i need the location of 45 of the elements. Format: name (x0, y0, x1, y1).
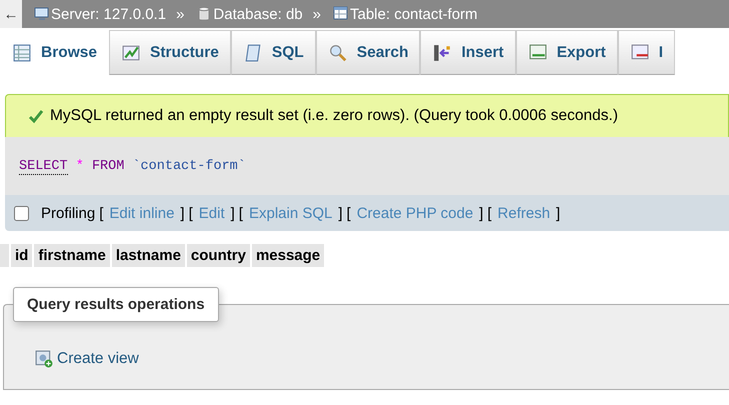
tab[interactable]: Search (316, 30, 420, 75)
header-spacer (0, 244, 9, 267)
tab[interactable]: I (618, 30, 676, 75)
insert-icon (433, 44, 452, 62)
column-header[interactable]: firstname (34, 244, 110, 267)
table-icon (13, 44, 31, 62)
sql-query: SELECT * FROM `contact-form` (19, 158, 246, 174)
bracket: ] (180, 204, 185, 222)
breadcrumb-link[interactable]: Table: contact-form (350, 6, 478, 22)
breadcrumb-separator: » (176, 6, 184, 22)
bracket: ] (338, 204, 343, 222)
bracket: ] (230, 204, 235, 222)
breadcrumb-link[interactable]: Server: 127.0.0.1 (51, 6, 166, 22)
profiling-checkbox[interactable] (14, 206, 29, 220)
column-header[interactable]: message (252, 244, 324, 267)
column-header[interactable]: lastname (112, 244, 185, 267)
breadcrumb-link[interactable]: Database: db (213, 6, 303, 22)
tab[interactable]: SQL (230, 30, 316, 75)
message-text: MySQL returned an empty result set (i.e. zero rows). (Query took 0.0006 seconds.) (50, 107, 618, 125)
bracket: [ (346, 204, 351, 222)
bracket: ] (556, 204, 560, 222)
bracket: [ (188, 204, 193, 222)
checkmark-icon (28, 108, 44, 124)
export-icon (528, 44, 547, 62)
tab[interactable]: Structure (109, 30, 231, 75)
tab[interactable]: Insert (420, 30, 516, 75)
panel-legend: Query results operations (13, 287, 219, 322)
column-header[interactable]: country (186, 244, 250, 267)
breadcrumb-separator: » (312, 6, 321, 22)
view-add-icon (35, 350, 53, 368)
create-view-link[interactable]: Create view (35, 350, 139, 368)
import-icon (630, 44, 649, 62)
table-icon (333, 6, 349, 22)
column-header[interactable]: id (11, 244, 32, 267)
bracket: ] (479, 204, 484, 222)
bracket: [ (487, 204, 492, 222)
search-icon (328, 44, 347, 62)
computer-icon (34, 6, 50, 22)
profiling-label: Profiling (41, 204, 96, 222)
tab[interactable]: Export (516, 30, 618, 75)
scroll-icon (244, 44, 262, 62)
bracket: [ (99, 204, 104, 222)
structure-icon (122, 44, 140, 62)
bracket: [ (238, 204, 243, 222)
back-button[interactable]: ← (0, 0, 22, 28)
